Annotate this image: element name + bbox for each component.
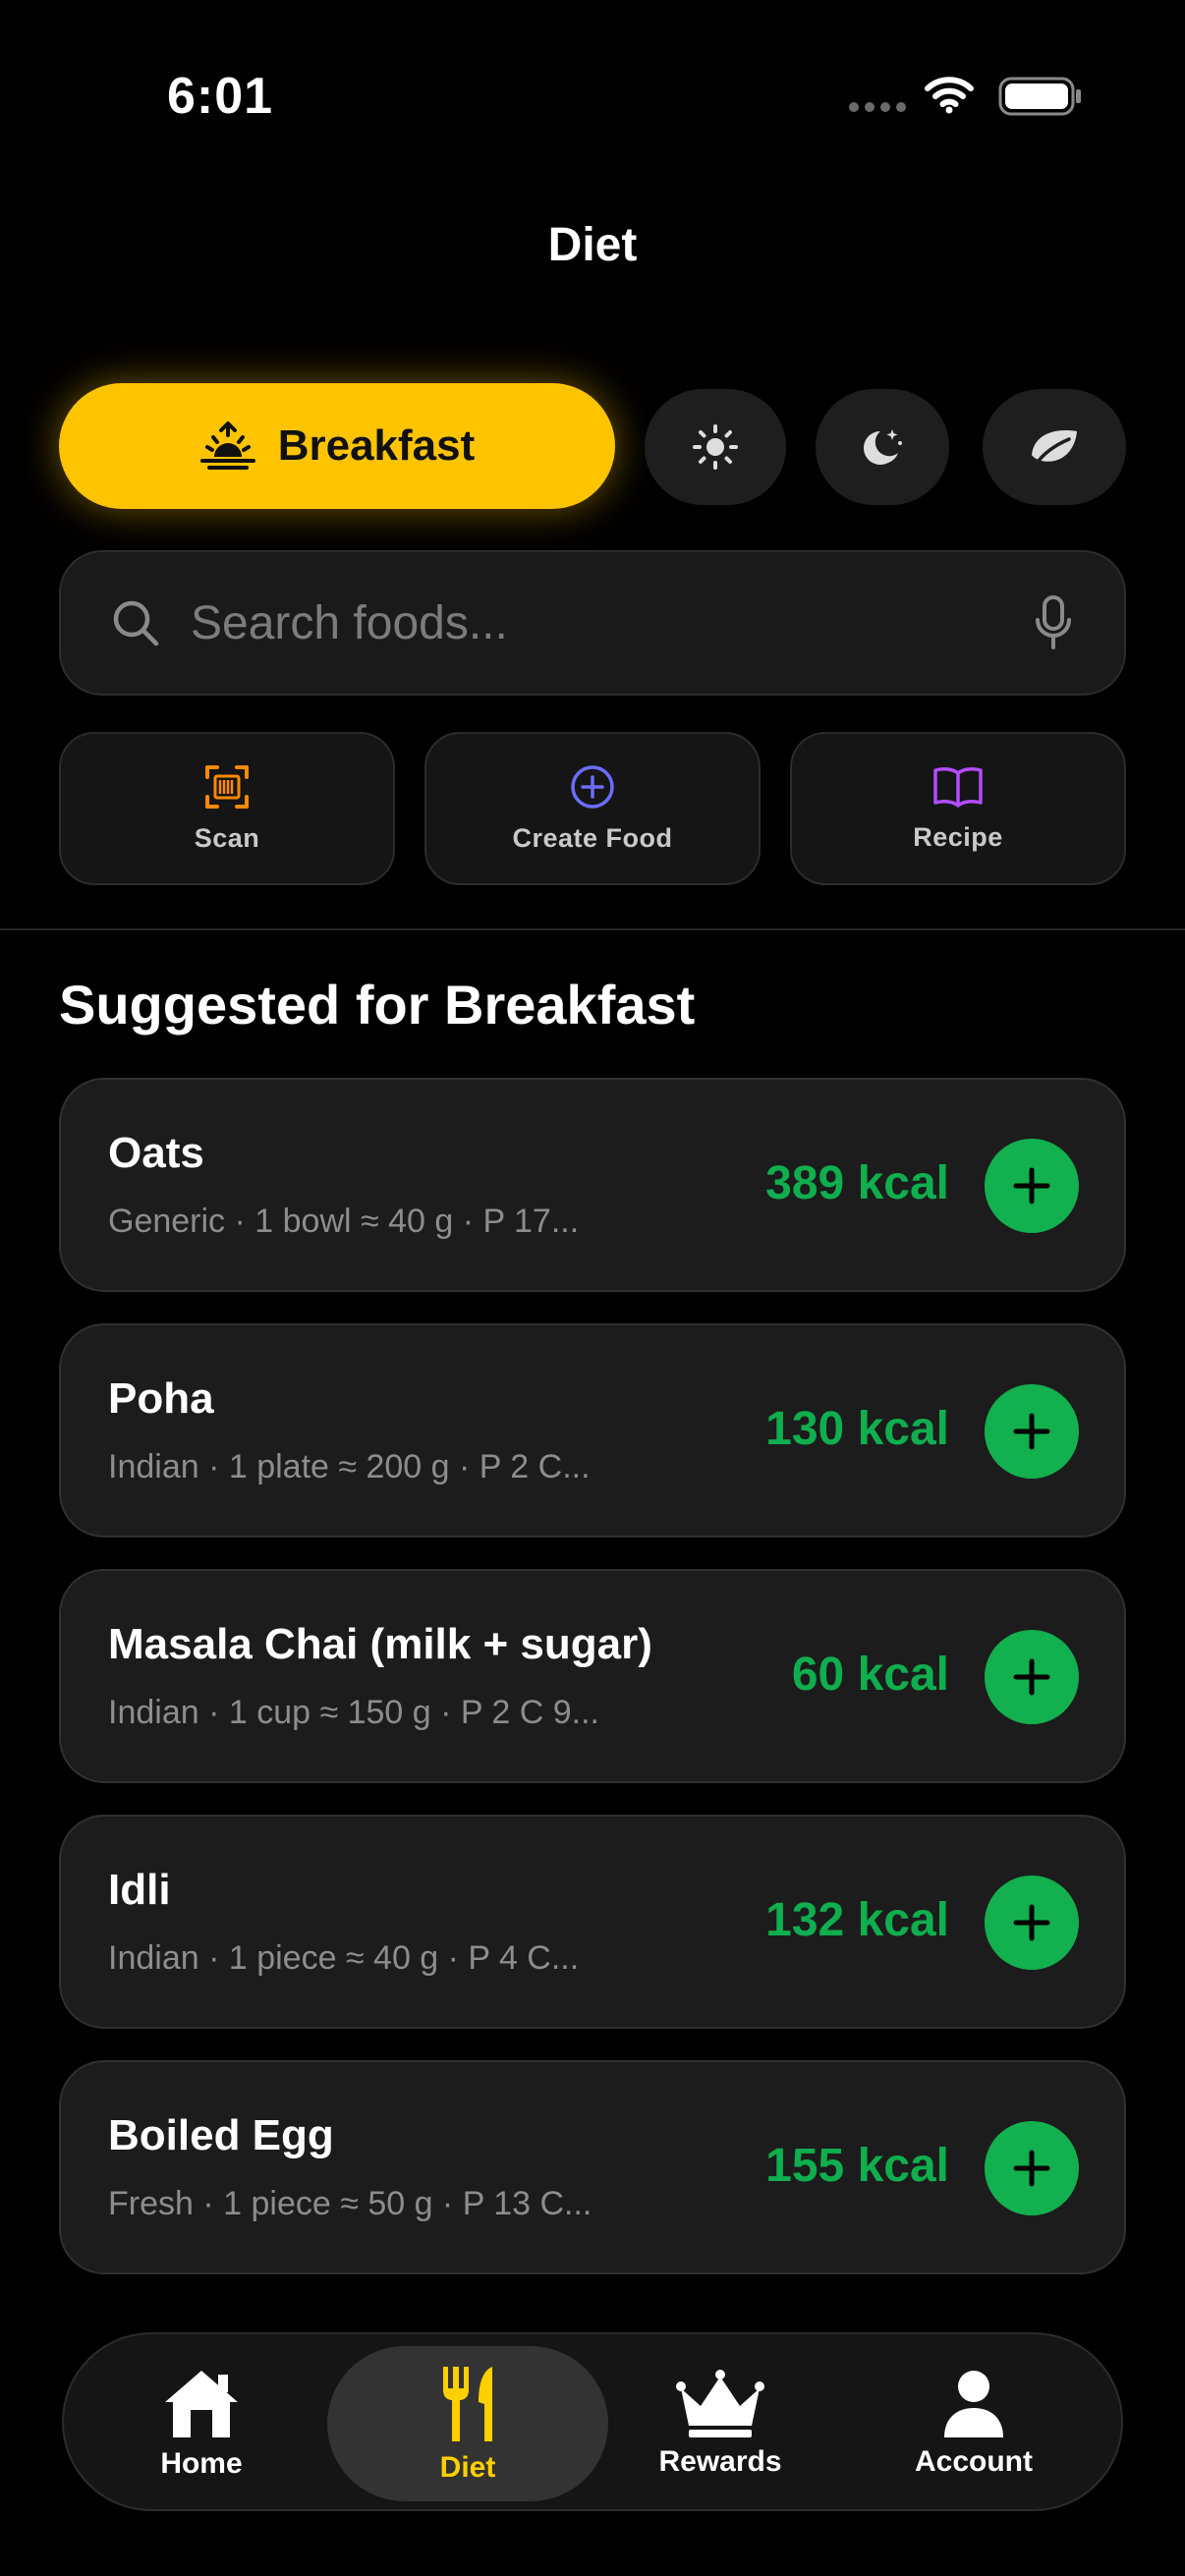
tab-diet[interactable]: Diet (342, 2334, 593, 2513)
food-card[interactable]: Idli Indian · 1 piece ≈ 40 g · P 4 C... … (59, 1815, 1126, 2029)
recipe-label: Recipe (913, 821, 1003, 852)
status-time: 6:01 (167, 68, 274, 125)
moon-stars-icon (864, 429, 902, 465)
plus-icon (1013, 1413, 1050, 1450)
create-food-button[interactable]: Create Food (424, 732, 761, 885)
plus-icon (1013, 1904, 1050, 1941)
tab-label: Home (160, 2447, 243, 2480)
add-food-button[interactable] (985, 1139, 1079, 1233)
meal-chip-lunch[interactable] (645, 389, 786, 505)
crown-icon (676, 2370, 764, 2437)
signal-dots-icon (849, 102, 906, 112)
wifi-icon (925, 77, 974, 114)
food-kcal: 130 kcal (765, 1403, 949, 1455)
search-field[interactable]: Search foods... (59, 550, 1126, 696)
scan-button[interactable]: Scan (59, 732, 395, 885)
food-meta: Indian · 1 plate ≈ 200 g · P 2 C... (108, 1448, 591, 1485)
food-meta: Fresh · 1 piece ≈ 50 g · P 13 C... (108, 2185, 592, 2222)
sun-icon (693, 424, 738, 470)
food-name: Idli (108, 1866, 171, 1914)
tab-home[interactable]: Home (76, 2334, 327, 2513)
scan-label: Scan (194, 822, 260, 853)
meal-chip-dinner[interactable] (816, 389, 949, 505)
food-kcal: 155 kcal (765, 2140, 949, 2192)
page-title: Diet (547, 219, 638, 271)
add-food-button[interactable] (985, 1876, 1079, 1970)
add-food-button[interactable] (985, 2121, 1079, 2215)
divider (0, 928, 1185, 930)
plus-icon (1013, 2150, 1050, 2187)
leaf-icon (1032, 430, 1077, 467)
food-name: Poha (108, 1374, 214, 1423)
status-bar: 6:01 (0, 0, 1185, 187)
food-card[interactable]: Masala Chai (milk + sugar) Indian · 1 cu… (59, 1569, 1126, 1783)
plus-icon (1013, 1167, 1050, 1204)
search-input[interactable]: Search foods... (191, 596, 1034, 650)
home-icon (165, 2371, 238, 2437)
food-meta: Indian · 1 cup ≈ 150 g · P 2 C 9... (108, 1694, 599, 1731)
meal-chip-snack[interactable] (983, 389, 1126, 505)
create-food-label: Create Food (512, 822, 673, 853)
tab-bar: Home Diet Rewards Account (62, 2332, 1123, 2511)
food-kcal: 132 kcal (765, 1894, 949, 1946)
plus-circle-icon (571, 764, 614, 809)
food-kcal: 60 kcal (791, 1649, 949, 1701)
food-meta: Generic · 1 bowl ≈ 40 g · P 17... (108, 1203, 580, 1240)
recipe-button[interactable]: Recipe (790, 732, 1126, 885)
tab-account[interactable]: Account (848, 2334, 1100, 2513)
tab-label: Diet (439, 2451, 496, 2484)
food-name: Boiled Egg (108, 2111, 334, 2159)
tab-label: Account (915, 2445, 1033, 2478)
food-kcal: 389 kcal (765, 1157, 949, 1209)
search-icon (113, 600, 159, 646)
battery-icon (998, 77, 1081, 116)
sunrise-icon (199, 421, 255, 470)
add-food-button[interactable] (985, 1630, 1079, 1724)
meal-chip-breakfast[interactable]: Breakfast (59, 383, 615, 509)
fork-knife-icon (443, 2367, 492, 2441)
barcode-scan-icon (205, 764, 249, 809)
food-card[interactable]: Poha Indian · 1 plate ≈ 200 g · P 2 C...… (59, 1323, 1126, 1538)
food-card[interactable]: Oats Generic · 1 bowl ≈ 40 g · P 17... 3… (59, 1078, 1126, 1292)
plus-icon (1013, 1658, 1050, 1696)
person-icon (944, 2371, 1003, 2437)
tab-rewards[interactable]: Rewards (594, 2334, 846, 2513)
microphone-icon[interactable] (1034, 594, 1073, 651)
food-card[interactable]: Boiled Egg Fresh · 1 piece ≈ 50 g · P 13… (59, 2060, 1126, 2274)
meal-selector: Breakfast (59, 383, 1126, 511)
meal-chip-label: Breakfast (277, 421, 476, 470)
book-icon (933, 766, 983, 808)
tab-label: Rewards (658, 2445, 782, 2478)
section-title: Suggested for Breakfast (59, 974, 696, 1036)
food-meta: Indian · 1 piece ≈ 40 g · P 4 C... (108, 1939, 580, 1977)
add-food-button[interactable] (985, 1384, 1079, 1479)
food-name: Masala Chai (milk + sugar) (108, 1620, 652, 1668)
food-name: Oats (108, 1129, 204, 1177)
